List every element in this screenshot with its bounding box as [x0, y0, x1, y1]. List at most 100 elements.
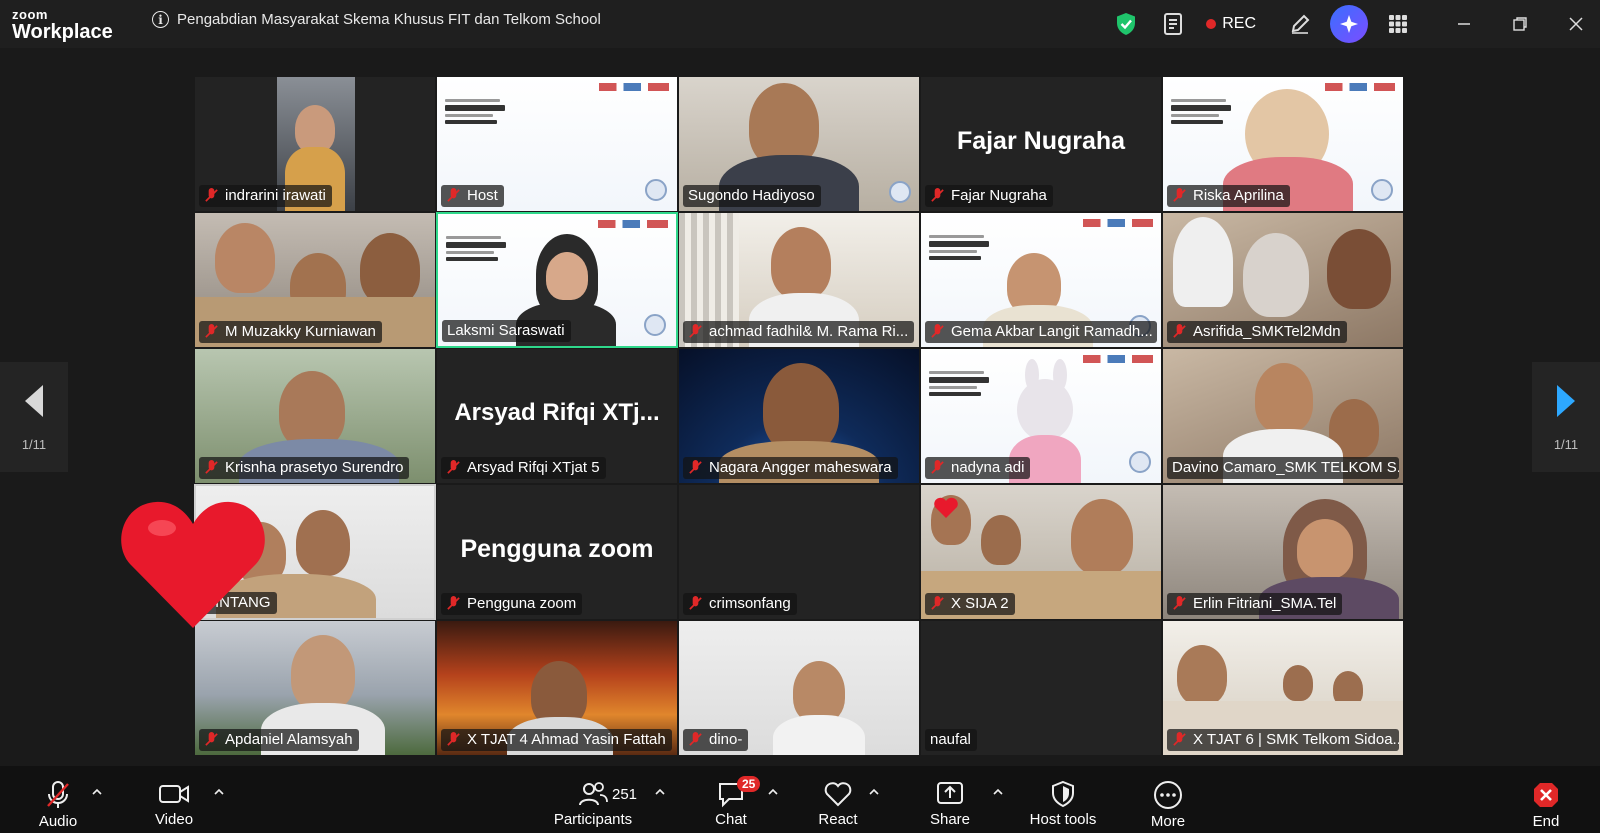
chat-options-chevron-up-icon[interactable]: [767, 786, 779, 798]
meeting-info[interactable]: i Pengabdian Masyarakat Skema Khusus FIT…: [152, 11, 601, 28]
ai-companion-sparkle-icon[interactable]: [1330, 5, 1368, 43]
video-tile[interactable]: Nagara Angger maheswara: [678, 348, 920, 484]
muted-mic-icon: [931, 596, 944, 610]
participant-name: nadyna adi: [951, 459, 1025, 476]
participant-name: Erlin Fitriani_SMA.Tel: [1193, 595, 1337, 612]
video-tile[interactable]: crimsonfang: [678, 484, 920, 620]
muted-mic-icon: [1173, 732, 1186, 746]
encryption-shield-icon[interactable]: [1102, 0, 1150, 48]
muted-mic-icon: [1173, 596, 1186, 610]
participant-name: Nagara Angger maheswara: [709, 459, 892, 476]
arrow-right-icon: [1557, 384, 1575, 417]
participants-options-chevron-up-icon[interactable]: [654, 786, 666, 798]
participant-display-name: Arsyad Rifqi XTj...: [454, 399, 660, 426]
react-button[interactable]: React: [812, 766, 864, 833]
video-tile[interactable]: Arsyad Rifqi XTj... Arsyad Rifqi XTjat 5: [436, 348, 678, 484]
participants-icon: [579, 782, 608, 806]
video-tile-active-speaker[interactable]: Laksmi Saraswati: [436, 212, 678, 348]
share-options-chevron-up-icon[interactable]: [992, 786, 1004, 798]
share-screen-icon: [937, 782, 963, 804]
muted-mic-icon: [1173, 188, 1186, 202]
recording-indicator[interactable]: REC: [1206, 15, 1256, 33]
minimize-icon[interactable]: [1440, 0, 1488, 48]
restore-window-icon[interactable]: [1496, 0, 1544, 48]
video-tile[interactable]: Gema Akbar Langit Ramadh...: [920, 212, 1162, 348]
muted-mic-icon: [205, 188, 218, 202]
gallery-stage: 1/11 1/11 indrarini irawati Host Sugondo…: [0, 48, 1600, 766]
close-icon[interactable]: [1552, 0, 1600, 48]
video-gallery: indrarini irawati Host Sugondo Hadiyoso …: [194, 76, 1406, 756]
participant-name: Gema Akbar Langit Ramadh...: [951, 323, 1153, 340]
video-tile[interactable]: X TJAT 6 | SMK Telkom Sidoa...: [1162, 620, 1404, 756]
participant-name: X SIJA 2: [951, 595, 1009, 612]
heart-reaction-icon: [934, 497, 958, 518]
muted-mic-icon: [689, 324, 702, 338]
video-camera-icon: [159, 785, 189, 803]
previous-page-button[interactable]: 1/11: [0, 362, 68, 472]
more-label: More: [1150, 813, 1186, 830]
mic-muted-icon: [47, 781, 69, 808]
share-button[interactable]: Share: [924, 766, 976, 833]
video-tile[interactable]: dino-: [678, 620, 920, 756]
video-tile[interactable]: Davino Camaro_SMK TELKOM S...: [1162, 348, 1404, 484]
share-label: Share: [929, 811, 971, 828]
video-tile[interactable]: nadyna adi: [920, 348, 1162, 484]
video-tile[interactable]: M Muzakky Kurniawan: [194, 212, 436, 348]
video-tile[interactable]: Krisnha prasetyo Surendro: [194, 348, 436, 484]
participant-name: Krisnha prasetyo Surendro: [225, 459, 404, 476]
muted-mic-icon: [447, 732, 460, 746]
muted-mic-icon: [689, 732, 702, 746]
muted-mic-icon: [1173, 324, 1186, 338]
end-button[interactable]: End: [1520, 766, 1572, 833]
title-bar: zoom Workplace i Pengabdian Masyarakat S…: [0, 0, 1600, 48]
participant-name: X TJAT 4 Ahmad Yasin Fattah: [467, 731, 666, 748]
page-indicator-right: 1/11: [1553, 436, 1579, 452]
brand-bottom: Workplace: [12, 21, 113, 43]
video-tile[interactable]: Erlin Fitriani_SMA.Tel: [1162, 484, 1404, 620]
participant-name: Sugondo Hadiyoso: [688, 187, 815, 204]
participant-display-name: Fajar Nugraha: [956, 127, 1126, 155]
muted-mic-icon: [205, 324, 218, 338]
video-tile[interactable]: Pengguna zoom Pengguna zoom: [436, 484, 678, 620]
participant-name: Fajar Nugraha: [951, 187, 1047, 204]
video-tile[interactable]: indrarini irawati: [194, 76, 436, 212]
info-icon[interactable]: i: [152, 11, 169, 28]
end-meeting-icon: [1534, 783, 1558, 807]
video-tile[interactable]: naufal: [920, 620, 1162, 756]
muted-mic-icon: [447, 460, 460, 474]
video-tile[interactable]: Asrifida_SMKTel2Mdn: [1162, 212, 1404, 348]
muted-mic-icon: [689, 460, 702, 474]
muted-mic-icon: [447, 188, 460, 202]
video-tile[interactable]: Fajar Nugraha Fajar Nugraha: [920, 76, 1162, 212]
video-options-chevron-up-icon[interactable]: [213, 786, 225, 798]
video-tile[interactable]: X SIJA 2: [920, 484, 1162, 620]
host-tools-button[interactable]: Host tools: [1022, 766, 1104, 833]
participant-name: Apdaniel Alamsyah: [225, 731, 353, 748]
video-tile[interactable]: Sugondo Hadiyoso: [678, 76, 920, 212]
muted-mic-icon: [931, 460, 944, 474]
participant-name: X TJAT 6 | SMK Telkom Sidoa...: [1193, 731, 1399, 748]
participant-name: M Muzakky Kurniawan: [225, 323, 376, 340]
participants-label: Participants: [553, 811, 633, 828]
participant-name: Arsyad Rifqi XTjat 5: [467, 459, 600, 476]
muted-mic-icon: [931, 324, 944, 338]
chat-unread-badge: 25: [737, 776, 761, 792]
audio-button[interactable]: Audio: [34, 766, 82, 833]
video-tile[interactable]: Riska Aprilina: [1162, 76, 1404, 212]
audio-options-chevron-up-icon[interactable]: [91, 786, 103, 798]
participant-name: Host: [467, 187, 498, 204]
apps-grid-icon[interactable]: [1374, 0, 1422, 48]
react-options-chevron-up-icon[interactable]: [868, 786, 880, 798]
annotate-pencil-icon[interactable]: [1276, 0, 1324, 48]
record-dot-icon: [1206, 19, 1217, 29]
video-tile[interactable]: Host: [436, 76, 678, 212]
video-button[interactable]: Video: [150, 766, 198, 833]
video-tile[interactable]: Apdaniel Alamsyah: [194, 620, 436, 756]
next-page-button[interactable]: 1/11: [1532, 362, 1600, 472]
more-button[interactable]: More: [1142, 766, 1194, 833]
video-tile[interactable]: X TJAT 4 Ahmad Yasin Fattah: [436, 620, 678, 756]
shield-icon: [1052, 780, 1074, 808]
video-tile[interactable]: achmad fadhil& M. Rama Ri...: [678, 212, 920, 348]
rec-label: REC: [1222, 15, 1256, 32]
notes-icon[interactable]: [1150, 0, 1198, 48]
